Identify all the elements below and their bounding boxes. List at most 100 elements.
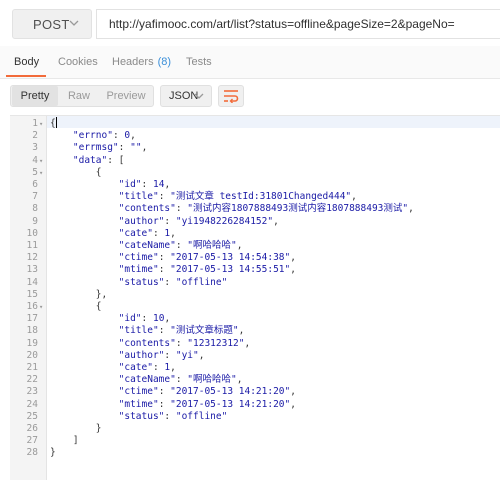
line-number: 11 xyxy=(26,240,38,251)
tab-body[interactable]: Body xyxy=(14,46,39,78)
code-line: 7 "title": "测试文章 testId:31801Changed444"… xyxy=(10,191,500,203)
fold-toggle-icon[interactable]: ▾ xyxy=(39,167,43,179)
wrap-lines-button[interactable] xyxy=(218,85,244,107)
fold-toggle-icon[interactable]: ▾ xyxy=(39,118,43,130)
code-line: 21 "cate": 1, xyxy=(10,362,500,374)
fold-toggle-icon[interactable]: ▾ xyxy=(39,301,43,313)
code-line: 15 }, xyxy=(10,289,500,301)
line-number: 5 xyxy=(32,166,38,178)
code-line: 27 ] xyxy=(10,435,500,447)
raw-button[interactable]: Raw xyxy=(59,86,99,106)
chevron-down-icon xyxy=(69,20,79,26)
url-input[interactable]: http://yafimooc.com/art/list?status=offl… xyxy=(96,9,500,39)
view-mode-switch: Pretty Raw Preview xyxy=(10,85,154,107)
code-line: 18 "title": "测试文章标题", xyxy=(10,325,500,337)
code-text: "id": 10, xyxy=(118,313,171,325)
line-number: 25 xyxy=(26,410,38,422)
line-number: 19 xyxy=(26,337,38,349)
code-text: } xyxy=(50,423,102,434)
code-line: 5 ▾ { xyxy=(10,167,500,179)
code-line: 19 "contents": "12312312", xyxy=(10,338,500,350)
line-number: 16 xyxy=(26,301,38,312)
fold-toggle-icon[interactable]: ▾ xyxy=(39,155,43,167)
code-text: "author": "yi", xyxy=(118,349,205,361)
chevron-down-icon xyxy=(194,93,204,99)
code-text: "author": "yi1948226284152", xyxy=(118,215,279,227)
line-number: 2 xyxy=(32,130,38,142)
line-number: 6 xyxy=(32,179,38,190)
code-line: 20 "author": "yi", xyxy=(10,350,500,362)
code-line: 2 "errno": 0, xyxy=(10,130,500,142)
code-text: "ctime": "2017-05-13 14:54:38", xyxy=(118,252,296,264)
code-line: 9 "author": "yi1948226284152", xyxy=(10,216,500,228)
code-line: 24 "mtime": "2017-05-13 14:21:20", xyxy=(10,399,500,411)
code-line: 13 "mtime": "2017-05-13 14:55:51", xyxy=(10,264,500,276)
code-line: 25 "status": "offline" xyxy=(10,411,500,423)
code-text: "cateName": "啊哈哈哈", xyxy=(118,374,243,386)
code-text: "data": [ xyxy=(72,154,125,166)
line-number: 28 xyxy=(26,447,38,459)
code-text: "title": "测试文章标题", xyxy=(118,325,245,337)
code-text: "title": "测试文章 testId:31801Changed444", xyxy=(118,191,357,203)
line-number: 10 xyxy=(26,227,38,239)
line-number: 26 xyxy=(26,423,38,434)
line-number: 27 xyxy=(26,435,38,447)
code-line: 10 "cate": 1, xyxy=(10,228,500,240)
code-text: "ctime": "2017-05-13 14:21:20", xyxy=(118,386,296,398)
code-text: "errno": 0, xyxy=(72,130,136,142)
code-text: ] xyxy=(50,435,79,447)
code-line: 17 "id": 10, xyxy=(10,313,500,325)
line-number: 17 xyxy=(26,313,38,325)
code-line: 8 "contents": "测试内容1807888493测试内容1807888… xyxy=(10,203,500,215)
line-number: 7 xyxy=(32,191,38,203)
line-number: 14 xyxy=(26,276,38,288)
code-text: "status": "offline" xyxy=(118,410,228,422)
pretty-button[interactable]: Pretty xyxy=(12,86,58,106)
tab-tests[interactable]: Tests xyxy=(186,46,212,78)
code-line: 12 "ctime": "2017-05-13 14:54:38", xyxy=(10,252,500,264)
tab-cookies[interactable]: Cookies xyxy=(58,46,98,78)
method-dropdown[interactable]: POST xyxy=(12,9,92,39)
code-text: "errmsg": "", xyxy=(72,142,148,154)
url-text: http://yafimooc.com/art/list?status=offl… xyxy=(109,17,455,31)
response-body-editor[interactable]: 1 ▾{2 "errno": 0, 3 "errmsg": "", 4 ▾ "data"… xyxy=(10,115,500,480)
line-number: 23 xyxy=(26,386,38,398)
method-label: POST xyxy=(33,16,70,32)
line-number: 22 xyxy=(26,374,38,386)
line-number: 20 xyxy=(26,349,38,361)
code-text: "cate": 1, xyxy=(118,227,176,239)
request-bar: POST http://yafimooc.com/art/list?status… xyxy=(0,0,500,46)
tab-headers-label: Headers xyxy=(112,56,154,68)
code-text: } xyxy=(50,447,56,459)
headers-count-badge: (8) xyxy=(157,56,172,68)
code-text: }, xyxy=(50,288,108,300)
code-text: "mtime": "2017-05-13 14:21:20", xyxy=(118,398,296,410)
line-number: 4 xyxy=(32,154,38,166)
line-number: 13 xyxy=(26,264,38,276)
line-number: 9 xyxy=(32,215,38,227)
code-text: { xyxy=(50,166,102,178)
code-text: "cate": 1, xyxy=(118,362,176,373)
code-line: 26 } xyxy=(10,423,500,435)
code-line: 4 ▾ "data": [ xyxy=(10,155,500,167)
preview-button[interactable]: Preview xyxy=(100,86,152,106)
code-line: 1 ▾ { xyxy=(10,118,500,130)
code-text: "status": "offline" xyxy=(118,276,228,288)
line-number: 1 xyxy=(32,118,38,129)
tab-headers[interactable]: Headers (8) xyxy=(112,46,171,78)
tab-body-label: Body xyxy=(14,56,40,68)
line-number: 15 xyxy=(26,288,38,300)
format-dropdown[interactable]: JSON xyxy=(160,85,212,107)
code-text: { xyxy=(50,118,56,129)
code-text: "contents": "12312312", xyxy=(118,337,251,349)
response-toolbar: Pretty Raw Preview JSON xyxy=(0,79,500,113)
wrap-lines-icon xyxy=(224,90,239,103)
code-text: "mtime": "2017-05-13 14:55:51", xyxy=(118,264,296,276)
response-tabs: Body Cookies Headers (8) Tests xyxy=(0,46,500,79)
code-line: 16 ▾ { xyxy=(10,301,500,313)
tab-cookies-label: Cookies xyxy=(58,56,98,68)
code-text: "contents": "测试内容1807888493测试内容180788849… xyxy=(118,203,414,215)
code-line: 22 "cateName": "啊哈哈哈", xyxy=(10,374,500,386)
line-number: 24 xyxy=(26,398,38,410)
code-line: 11 "cateName": "啊哈哈哈", xyxy=(10,240,500,252)
